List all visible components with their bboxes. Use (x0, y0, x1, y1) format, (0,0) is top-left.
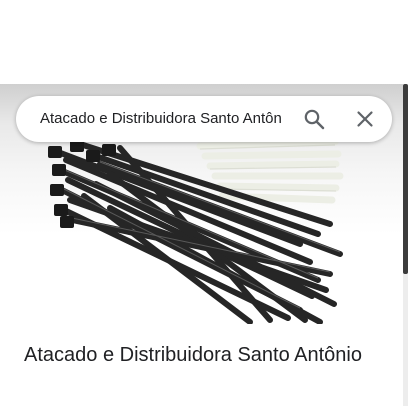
scrollbar-thumb[interactable] (403, 84, 408, 274)
place-title: Atacado e Distribuidora Santo Antônio (24, 344, 362, 366)
close-icon[interactable] (354, 108, 376, 130)
search-bar[interactable]: Atacado e Distribuidora Santo Antôn (16, 96, 392, 142)
top-blank-area (0, 0, 408, 84)
search-icon[interactable] (303, 108, 325, 130)
search-input[interactable]: Atacado e Distribuidora Santo Antôn (40, 110, 290, 130)
